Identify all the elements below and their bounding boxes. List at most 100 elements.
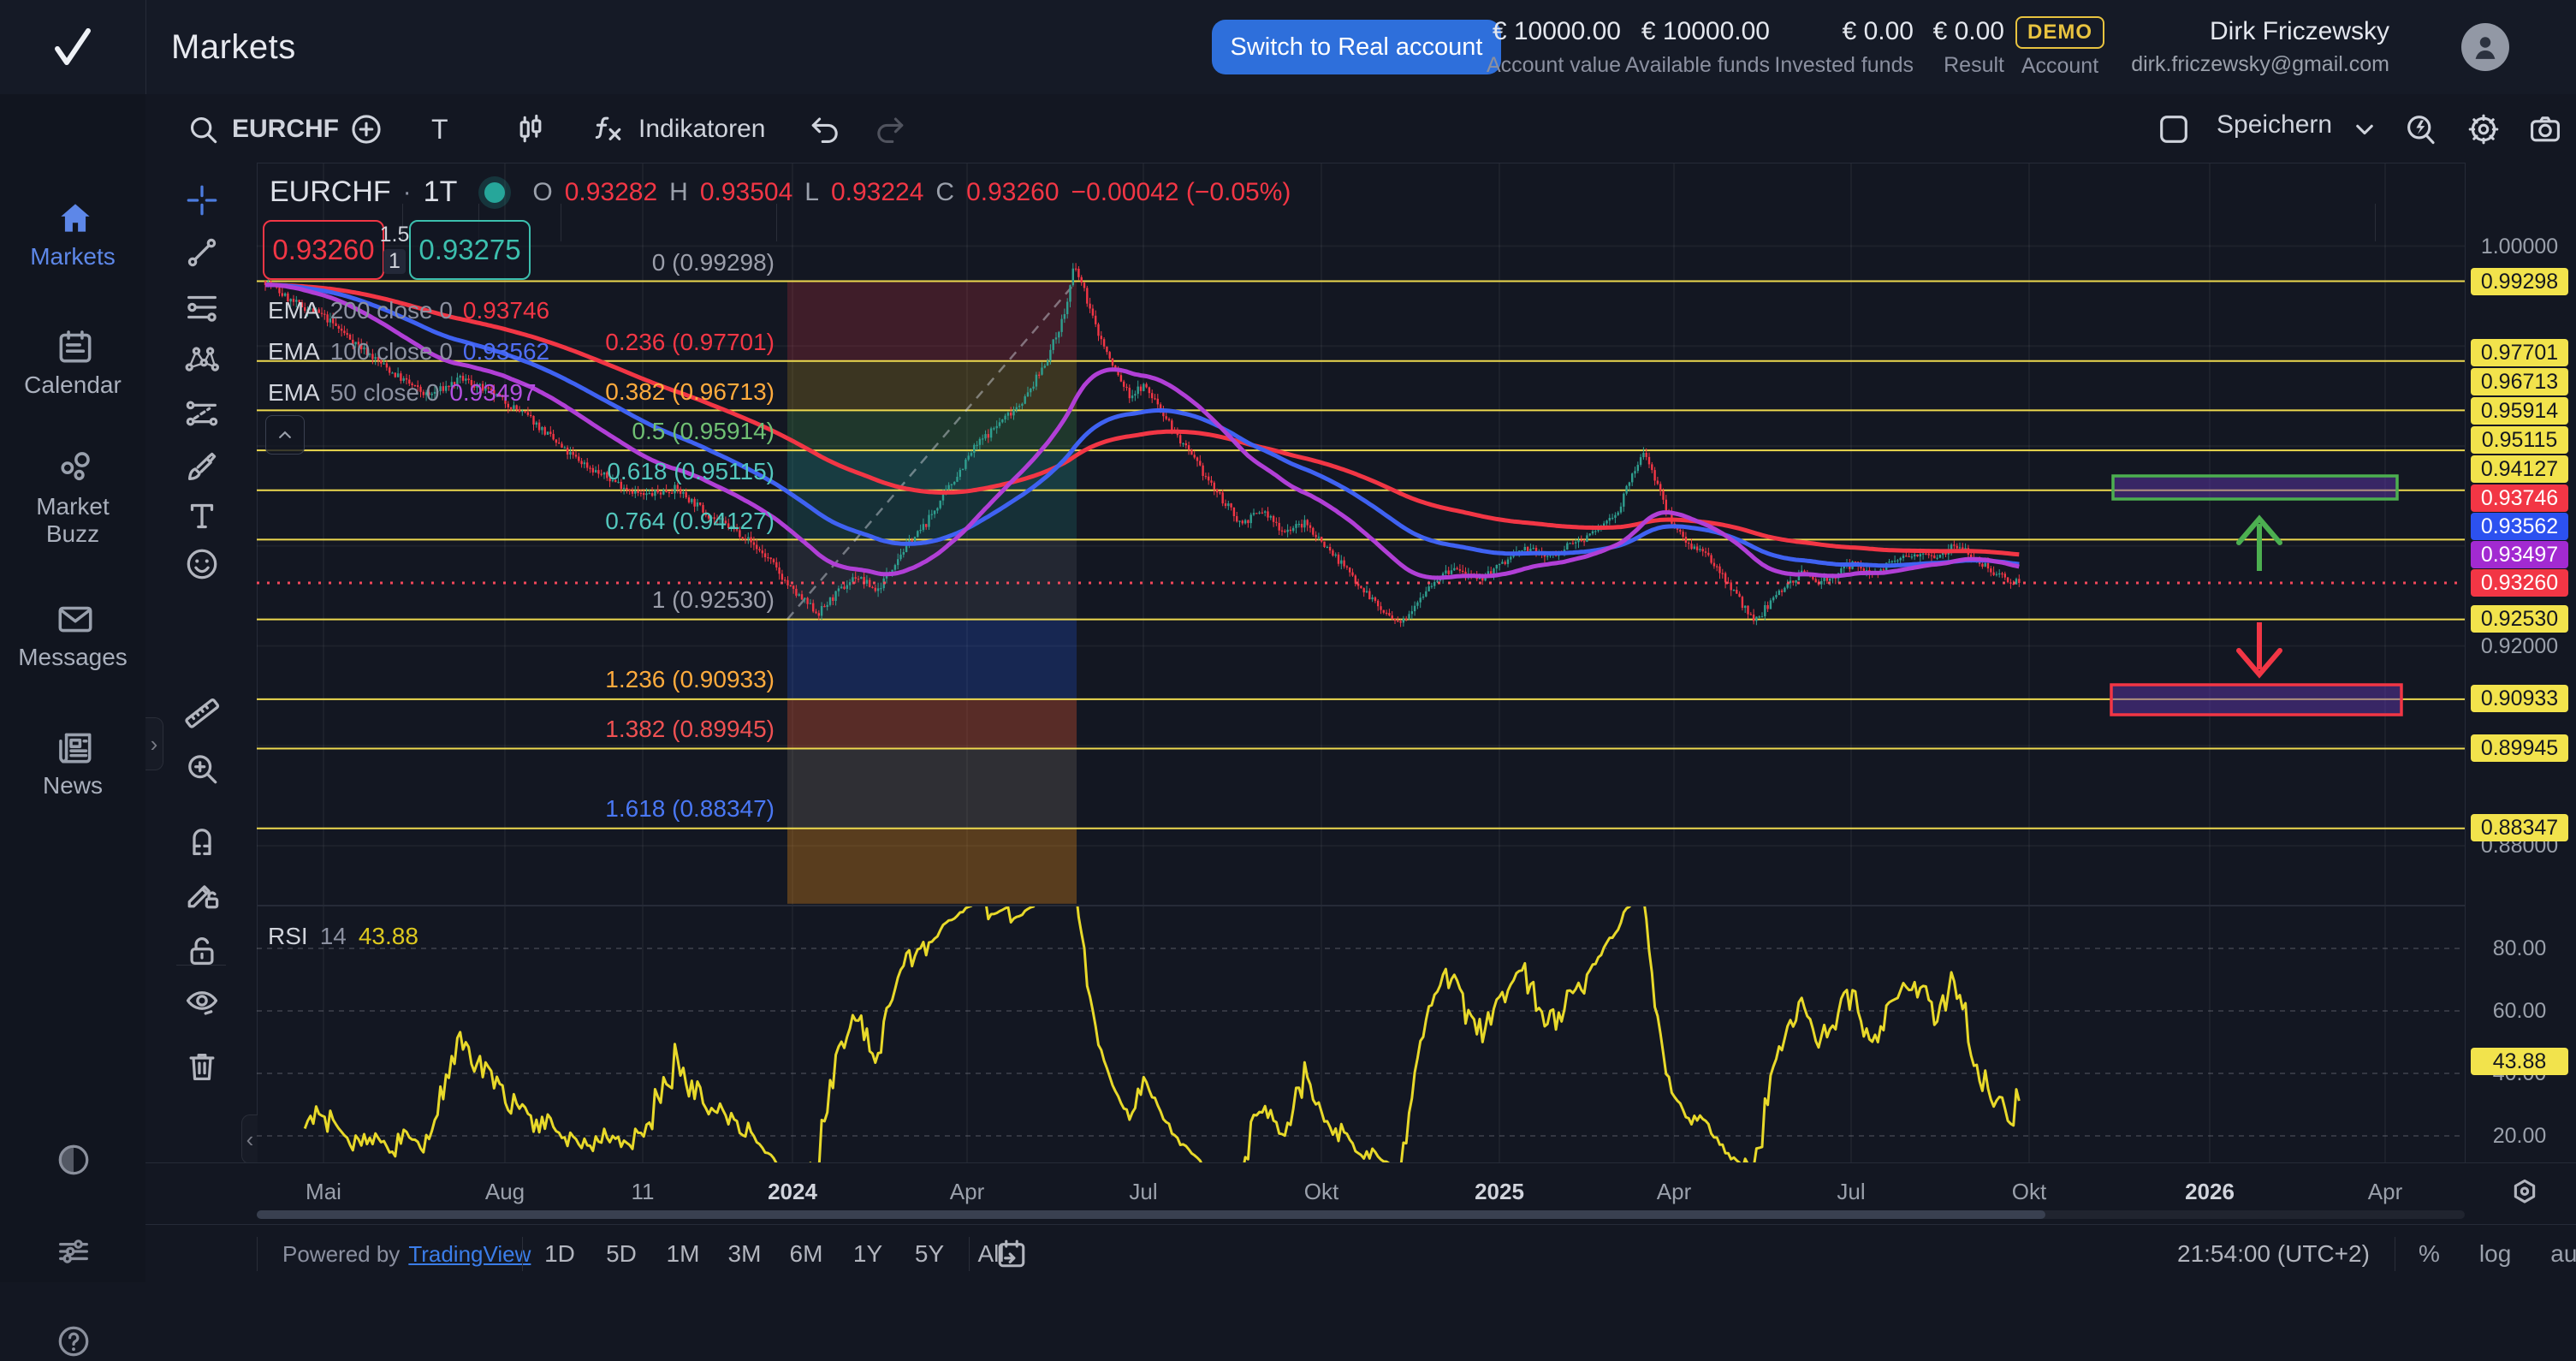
chart-scrollbar-thumb[interactable] xyxy=(257,1210,2045,1219)
sidebar-item-markets[interactable]: Markets xyxy=(0,197,145,270)
toolbar-collapse-tab[interactable]: ‹ xyxy=(241,1114,258,1164)
sidebar-item-market-buzz[interactable]: Market Buzz xyxy=(0,447,145,548)
camera-icon xyxy=(2526,110,2564,148)
legend-collapse-button[interactable] xyxy=(265,415,305,455)
chart-type-button[interactable] xyxy=(507,110,555,149)
price-scale-badge: 0.93497 xyxy=(2471,541,2568,568)
axis-settings-button[interactable] xyxy=(2506,1174,2545,1213)
market-status-dot[interactable] xyxy=(484,182,505,203)
trash-tool-button[interactable] xyxy=(182,1047,222,1086)
time-axis-tick: Mai xyxy=(306,1179,341,1205)
ema-200-row: EMA 200 close 0 0.93746 xyxy=(268,296,549,325)
compare-add-button[interactable] xyxy=(342,110,390,149)
indicators-button[interactable]: Indikatoren xyxy=(585,110,770,149)
app-logo[interactable] xyxy=(0,0,146,94)
preferences-button[interactable] xyxy=(0,1232,145,1269)
zoom-in-icon xyxy=(182,749,222,788)
brush-icon xyxy=(182,447,222,486)
undo-button[interactable] xyxy=(801,110,849,149)
tradingview-link[interactable]: TradingView xyxy=(408,1241,531,1268)
redo-icon xyxy=(871,110,909,148)
result-value: € 0.00 xyxy=(1933,17,2004,46)
sidebar-item-messages[interactable]: Messages xyxy=(0,597,145,671)
sidebar-item-label: Market Buzz xyxy=(21,493,124,548)
smiley-icon xyxy=(182,544,222,584)
sidebar-item-calendar[interactable]: Calendar xyxy=(0,325,145,399)
price-scale-badge: 0.95914 xyxy=(2471,397,2568,425)
price-scale-badge: 0.94127 xyxy=(2471,455,2568,483)
range-button-3m[interactable]: 3M xyxy=(720,1233,769,1275)
time-axis-tick: 2025 xyxy=(1475,1179,1524,1205)
zoom-in-tool-button[interactable] xyxy=(182,749,222,788)
help-button[interactable] xyxy=(0,1322,145,1359)
price-scale-tick: 20.00 xyxy=(2471,1122,2568,1150)
fib-level-label: 0.382 (0.96713) xyxy=(428,378,775,406)
theme-toggle-button[interactable] xyxy=(0,1140,145,1178)
fib-tool-tool-button[interactable] xyxy=(182,288,222,327)
fib-level-label: 0.5 (0.95914) xyxy=(428,418,775,445)
pane-separator[interactable] xyxy=(257,905,2576,906)
price-chart-canvas[interactable] xyxy=(257,163,2465,1162)
text-icon xyxy=(182,496,222,536)
rsi-name: RSI xyxy=(268,923,308,950)
crosshair-tool-button[interactable] xyxy=(182,181,222,220)
edit-lock-icon xyxy=(182,874,222,913)
range-button-1d[interactable]: 1D xyxy=(535,1233,585,1275)
interval-button[interactable]: T xyxy=(426,113,454,146)
time-axis-tick: 2026 xyxy=(2185,1179,2235,1205)
plus-circle-icon xyxy=(347,110,385,148)
pattern-tool-button[interactable] xyxy=(182,341,222,380)
projection-tool-button[interactable] xyxy=(182,394,222,433)
time-axis-tick: Aug xyxy=(485,1179,525,1205)
range-button-5y[interactable]: 5Y xyxy=(905,1233,954,1275)
save-button[interactable]: Speichern xyxy=(2211,110,2380,140)
stat-result: € 0.00 Result xyxy=(1876,0,2004,94)
sidebar-item-news[interactable]: News xyxy=(0,726,145,799)
bottom-bar: Powered by TradingView 1D5D1M3M6M1Y5YAll… xyxy=(145,1224,2576,1283)
hexagon-gear-icon xyxy=(2506,1174,2543,1211)
news-icon xyxy=(54,726,92,764)
range-button-5d[interactable]: 5D xyxy=(597,1233,646,1275)
trend-line-tool-button[interactable] xyxy=(182,233,222,272)
go-to-date-button[interactable] xyxy=(993,1235,1032,1275)
smiley-tool-button[interactable] xyxy=(182,544,222,584)
close-key: C xyxy=(935,178,954,207)
redo-button[interactable] xyxy=(866,110,914,149)
time-axis-tick: Jul xyxy=(1129,1179,1157,1205)
sell-bid-button[interactable]: 0.93260 xyxy=(263,220,384,280)
price-scale-tick: 60.00 xyxy=(2471,997,2568,1025)
snapshot-button[interactable] xyxy=(2521,110,2569,149)
price-axis[interactable]: 1.000000.992980.977010.967130.959140.951… xyxy=(2465,163,2576,1162)
magnet-tool-button[interactable] xyxy=(182,822,222,861)
chevron-down-icon xyxy=(2346,110,2375,140)
person-icon xyxy=(2466,28,2504,66)
scale-button-log[interactable]: log xyxy=(2474,1239,2516,1269)
time-axis-tick: Okt xyxy=(2012,1179,2046,1205)
legend-separator: · xyxy=(403,178,412,207)
legend-symbol: EURCHF xyxy=(270,175,391,209)
range-button-6m[interactable]: 6M xyxy=(781,1233,831,1275)
eye-icon xyxy=(182,981,222,1020)
lock-tool-button[interactable] xyxy=(182,931,222,971)
go-to-date-icon xyxy=(993,1235,1030,1273)
avatar[interactable] xyxy=(2461,23,2509,71)
trend-line-icon xyxy=(182,233,222,272)
panel-expand-tab[interactable]: › xyxy=(145,717,163,770)
text-tool-button[interactable] xyxy=(182,496,222,536)
price-scale-tick: 0.92000 xyxy=(2471,633,2568,660)
scale-button-%[interactable]: % xyxy=(2413,1239,2445,1269)
quick-search-button[interactable] xyxy=(2396,110,2444,149)
settings-button[interactable] xyxy=(2460,110,2508,149)
range-button-1m[interactable]: 1M xyxy=(658,1233,708,1275)
symbol-search-button[interactable]: EURCHF xyxy=(179,110,344,149)
range-button-1y[interactable]: 1Y xyxy=(843,1233,893,1275)
price-scale-badge: 0.92530 xyxy=(2471,605,2568,633)
clock[interactable]: 21:54:00 (UTC+2) xyxy=(2177,1225,2370,1283)
layout-button[interactable] xyxy=(2150,110,2198,149)
user-email: dirk.friczewsky@gmail.com xyxy=(2131,52,2389,77)
eye-tool-button[interactable] xyxy=(182,981,222,1020)
scale-button-auto[interactable]: auto xyxy=(2545,1239,2576,1269)
edit-lock-tool-button[interactable] xyxy=(182,874,222,913)
brush-tool-button[interactable] xyxy=(182,447,222,486)
ruler-tool-button[interactable] xyxy=(182,693,222,733)
